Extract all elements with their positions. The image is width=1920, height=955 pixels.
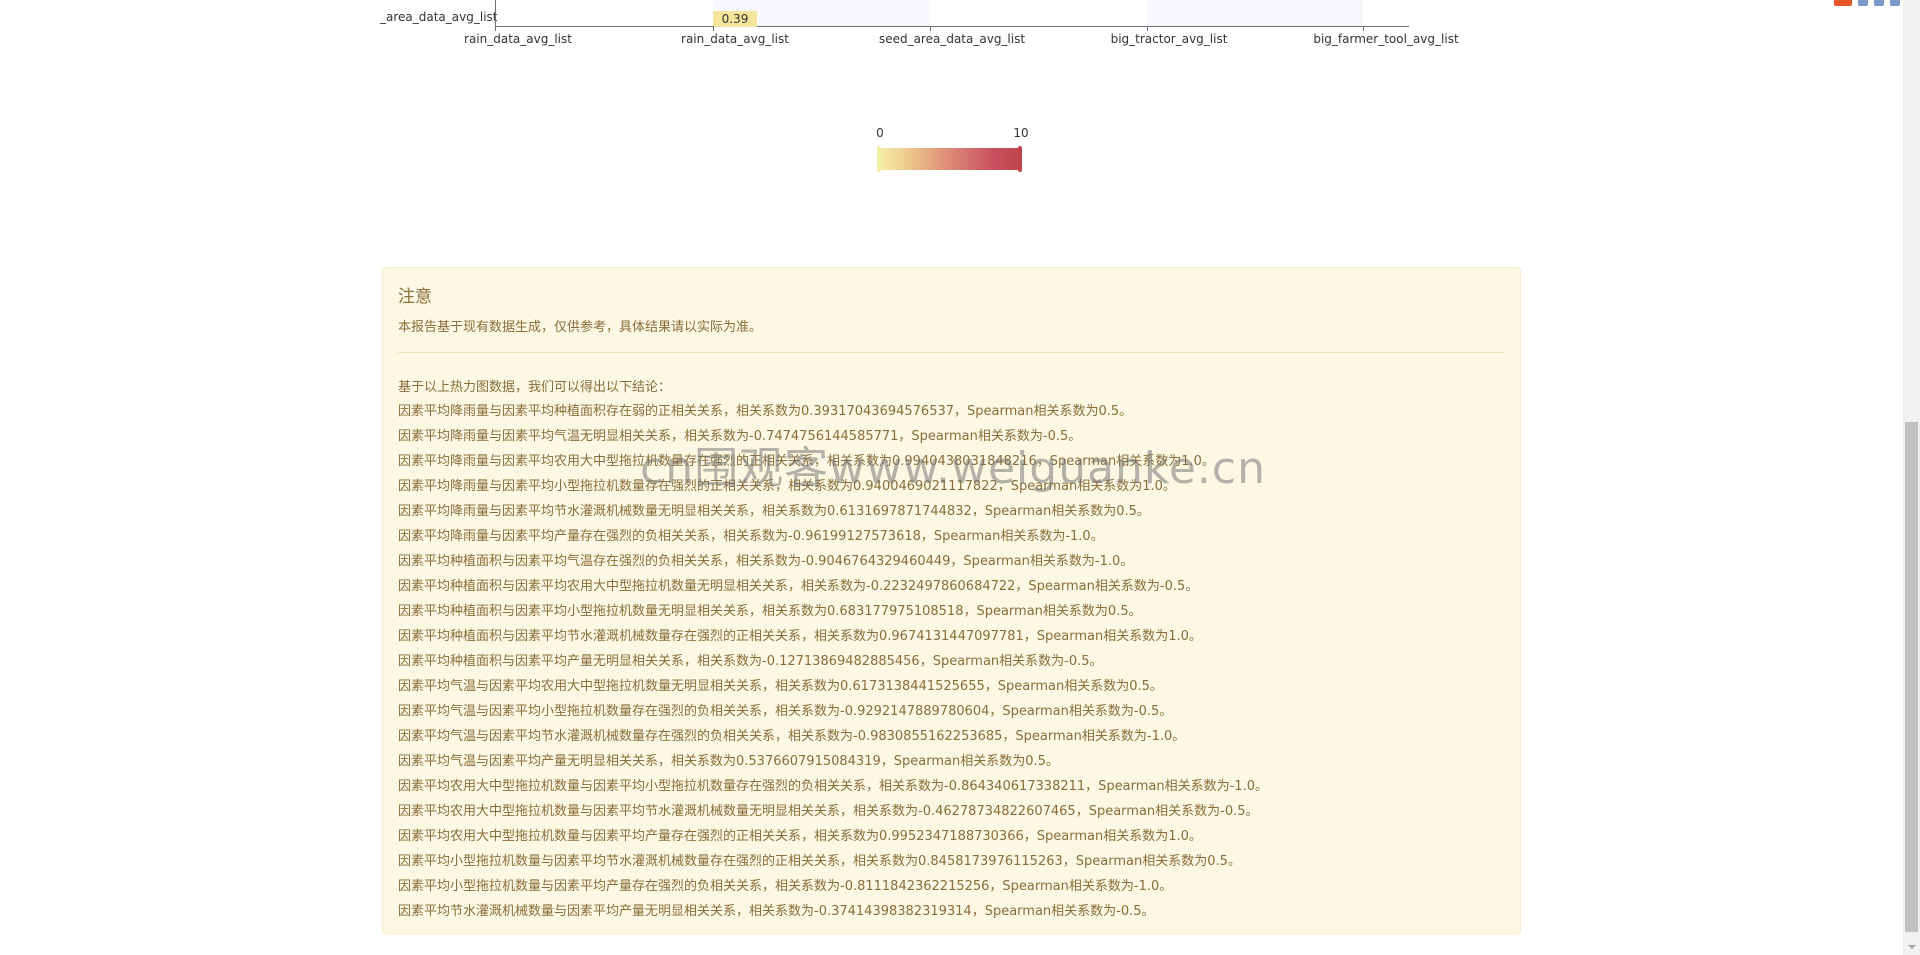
notice-divider	[398, 352, 1505, 353]
conclusion-item: 因素平均农用大中型拖拉机数量与因素平均节水灌溉机械数量无明显相关关系，相关系数为…	[398, 804, 1259, 819]
visual-map-min-label: 0	[876, 126, 884, 140]
conclusion-item: 因素平均气温与因素平均产量无明显相关关系，相关系数为0.537660791508…	[398, 754, 1059, 769]
brand-icon[interactable]	[1834, 0, 1852, 6]
conclusion-item: 因素平均小型拖拉机数量与因素平均产量存在强烈的负相关关系，相关系数为-0.811…	[398, 879, 1173, 894]
visual-map-min-handle[interactable]	[877, 146, 881, 172]
watermark-text: cn围观客www.weiguanke.cn	[640, 443, 1266, 494]
conclusion-item: 因素平均种植面积与因素平均节水灌溉机械数量存在强烈的正相关关系，相关系数为0.9…	[398, 629, 1202, 644]
x-tick	[495, 26, 496, 31]
conclusion-item: 因素平均降雨量与因素平均节水灌溉机械数量无明显相关关系，相关系数为0.61316…	[398, 504, 1150, 519]
heatmap-cell-value: 0.39	[713, 11, 757, 27]
conclusion-item: 因素平均降雨量与因素平均产量存在强烈的负相关关系，相关系数为-0.9619912…	[398, 529, 1104, 544]
conclusion-item: 因素平均种植面积与因素平均气温存在强烈的负相关关系，相关系数为-0.904676…	[398, 554, 1134, 569]
y-axis-line	[495, 0, 496, 27]
heatmap-chart: _area_data_avg_list 0.39 rain_data_avg_l…	[0, 0, 1900, 260]
conclusion-item: 因素平均节水灌溉机械数量与因素平均产量无明显相关关系，相关系数为-0.37414…	[398, 904, 1155, 919]
y-axis-label: _area_data_avg_list	[380, 10, 498, 24]
x-tick	[1363, 26, 1364, 31]
visual-map-gradient-bar	[879, 148, 1021, 170]
conclusion-item: 因素平均气温与因素平均小型拖拉机数量存在强烈的负相关关系，相关系数为-0.929…	[398, 704, 1173, 719]
visual-map-max-label: 10	[1013, 126, 1029, 140]
toolbar-icons[interactable]	[1834, 0, 1900, 6]
notice-panel: 注意 本报告基于现有数据生成，仅供参考，具体结果请以实际为准。 基于以上热力图数…	[382, 267, 1521, 934]
vertical-scrollbar[interactable]	[1903, 0, 1920, 955]
x-axis-label: seed_area_data_avg_list	[878, 32, 1026, 46]
x-axis-label: big_tractor_avg_list	[1110, 32, 1228, 46]
x-tick	[1147, 26, 1148, 31]
conclusion-intro: 基于以上热力图数据，我们可以得出以下结论：	[398, 380, 672, 395]
toolbar-icon[interactable]	[1874, 0, 1884, 6]
conclusion-item: 因素平均农用大中型拖拉机数量与因素平均产量存在强烈的正相关关系，相关系数为0.9…	[398, 829, 1202, 844]
notice-disclaimer: 本报告基于现有数据生成，仅供参考，具体结果请以实际为准。	[398, 320, 763, 335]
conclusion-item: 因素平均气温与因素平均节水灌溉机械数量存在强烈的负相关关系，相关系数为-0.98…	[398, 729, 1186, 744]
toolbar-icon[interactable]	[1890, 0, 1900, 6]
scrollbar-thumb[interactable]	[1905, 422, 1918, 932]
notice-title: 注意	[398, 287, 432, 307]
visual-map-max-handle[interactable]	[1018, 146, 1022, 172]
x-tick	[713, 26, 714, 31]
x-tick	[930, 26, 931, 31]
conclusion-item: 因素平均气温与因素平均农用大中型拖拉机数量无明显相关关系，相关系数为0.6173…	[398, 679, 1163, 694]
x-axis-line	[495, 26, 1409, 27]
x-axis-label: big_farmer_tool_avg_list	[1313, 32, 1459, 46]
conclusion-item: 因素平均农用大中型拖拉机数量与因素平均小型拖拉机数量存在强烈的负相关关系，相关系…	[398, 779, 1268, 794]
conclusion-item: 因素平均小型拖拉机数量与因素平均节水灌溉机械数量存在强烈的正相关关系，相关系数为…	[398, 854, 1241, 869]
conclusion-item: 因素平均种植面积与因素平均产量无明显相关关系，相关系数为-0.127138694…	[398, 654, 1103, 669]
conclusion-item: 因素平均种植面积与因素平均农用大中型拖拉机数量无明显相关关系，相关系数为-0.2…	[398, 579, 1199, 594]
heatmap-cell-band	[1147, 0, 1363, 26]
x-axis-label: rain_data_avg_list	[681, 32, 789, 46]
x-axis-label: rain_data_avg_list	[464, 32, 572, 46]
scroll-down-button[interactable]	[1903, 938, 1920, 955]
conclusion-item: 因素平均种植面积与因素平均小型拖拉机数量无明显相关关系，相关系数为0.68317…	[398, 604, 1142, 619]
conclusion-item: 因素平均降雨量与因素平均种植面积存在弱的正相关关系，相关系数为0.3931704…	[398, 404, 1133, 419]
toolbar-icon[interactable]	[1858, 0, 1868, 6]
